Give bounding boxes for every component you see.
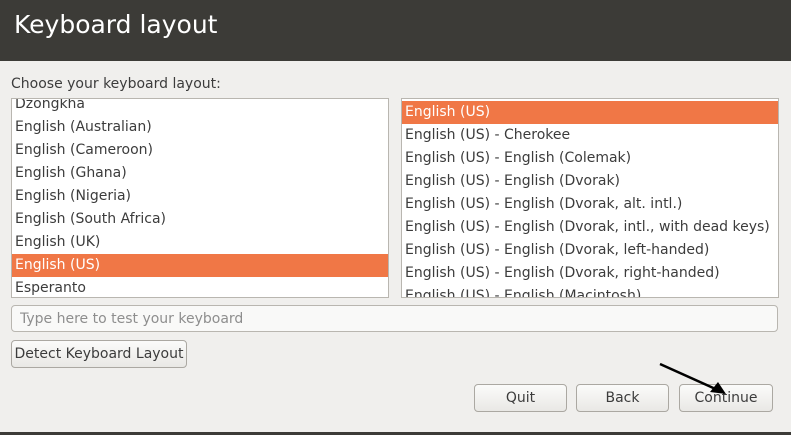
layout-list-item[interactable]: English (UK) [12, 231, 388, 254]
keyboard-layout-list[interactable]: Dzongkha English (Australian) English (Cam… [11, 98, 389, 298]
layout-list-item[interactable]: Esperanto [12, 277, 388, 297]
layout-list-item[interactable]: English (Australian) [12, 116, 388, 139]
variant-list-item[interactable]: English (US) - English (Macintosh) [402, 285, 778, 297]
layout-list-items: Dzongkha English (Australian) English (Cam… [12, 99, 388, 297]
layout-list-item[interactable]: Dzongkha [12, 99, 388, 116]
variant-list-item[interactable]: English (US) - English (Dvorak, right-ha… [402, 262, 778, 285]
variant-list-item[interactable]: English (US) - English (Dvorak) [402, 170, 778, 193]
keyboard-test-input[interactable] [11, 305, 778, 332]
title-bar: Keyboard layout [0, 0, 791, 61]
keyboard-variant-list[interactable]: English (US) English (US) - Cherokee Engli… [401, 98, 779, 298]
pointer-arrow-annotation [659, 362, 726, 394]
detect-keyboard-layout-button[interactable]: Detect Keyboard Layout [11, 340, 187, 368]
layout-prompt-label: Choose your keyboard layout: [11, 76, 221, 92]
variant-list-item[interactable]: English (US) - Cherokee [402, 124, 778, 147]
layout-list-item[interactable]: English (South Africa) [12, 208, 388, 231]
page-title: Keyboard layout [14, 10, 218, 39]
layout-list-item[interactable]: English (Nigeria) [12, 185, 388, 208]
variant-list-item[interactable]: English (US) - English (Colemak) [402, 147, 778, 170]
variant-list-item[interactable]: English (US) - English (Dvorak, intl., w… [402, 216, 778, 239]
layout-list-item[interactable]: English (Ghana) [12, 162, 388, 185]
variant-list-items: English (US) English (US) - Cherokee Engli… [402, 101, 778, 297]
variant-list-item[interactable]: English (US) - English (Dvorak, left-han… [402, 239, 778, 262]
variant-list-item[interactable]: English (US) [402, 101, 778, 124]
layout-list-item[interactable]: English (US) [12, 254, 388, 277]
variant-list-item[interactable]: English (US) - English (Dvorak, alt. int… [402, 193, 778, 216]
layout-list-item[interactable]: English (Cameroon) [12, 139, 388, 162]
quit-button[interactable]: Quit [474, 384, 567, 412]
